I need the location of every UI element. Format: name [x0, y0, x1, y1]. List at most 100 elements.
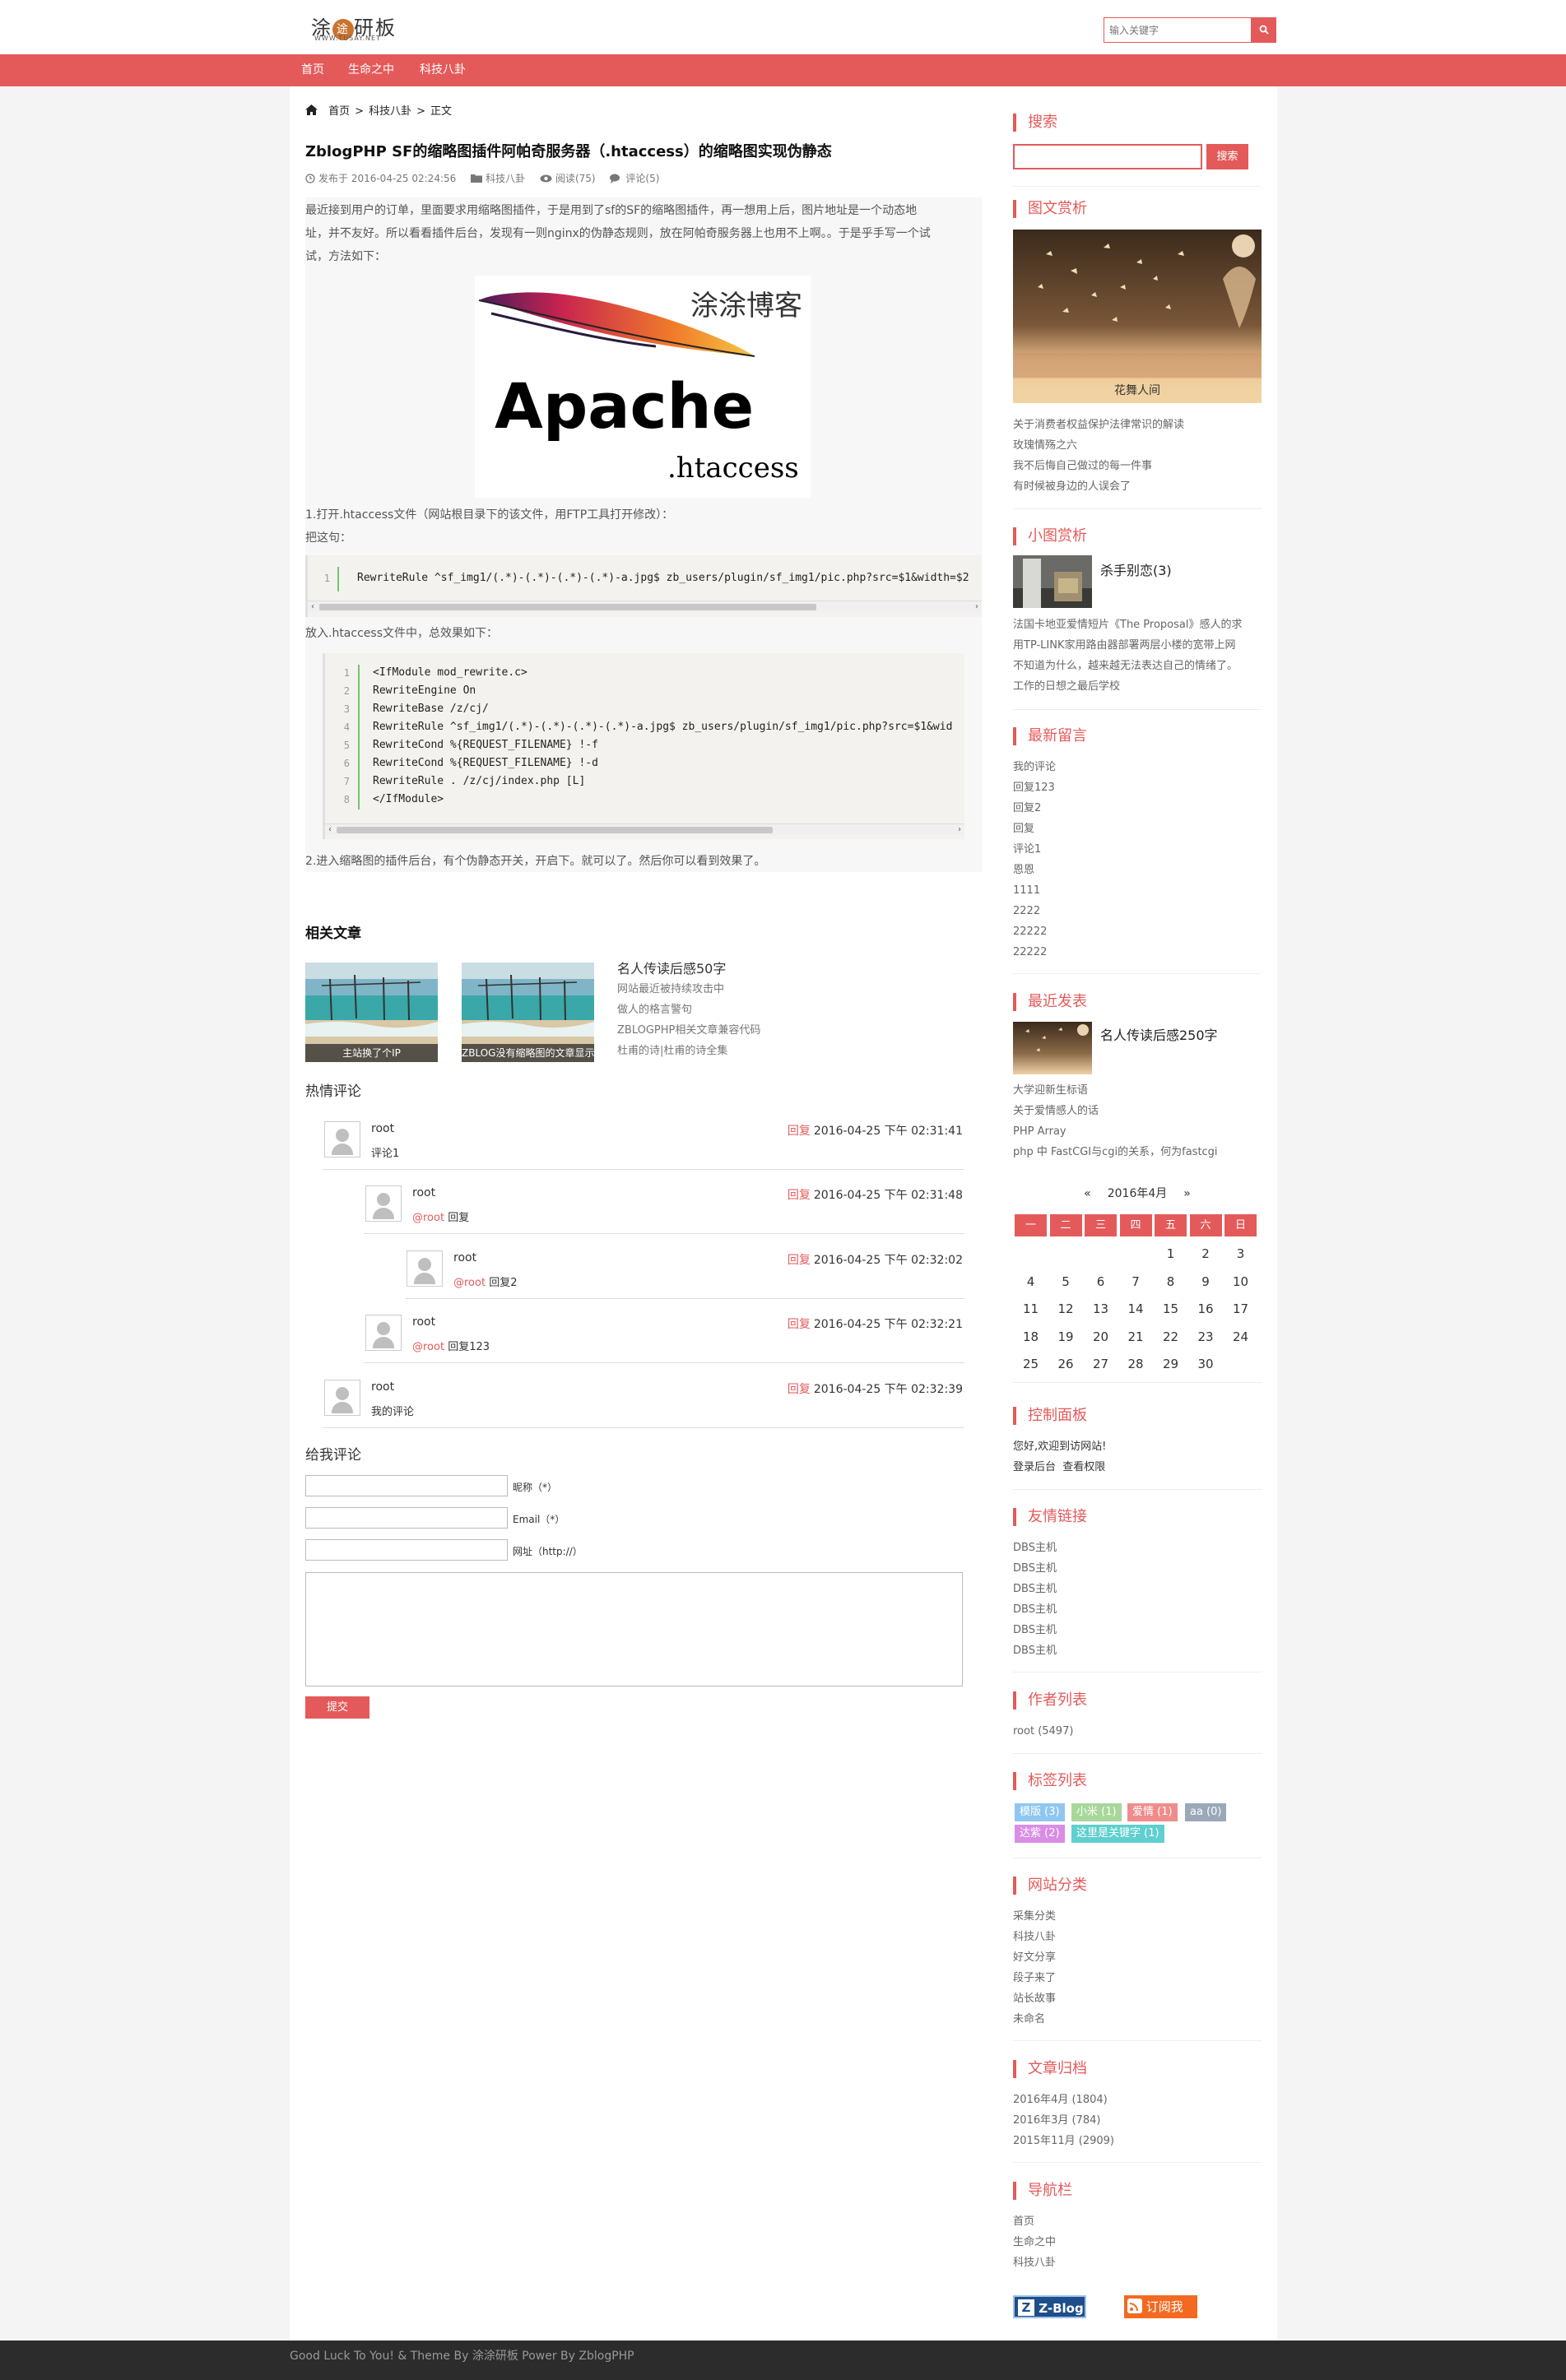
tag-item[interactable]: 模版 (3)	[1015, 1803, 1065, 1821]
comment-author[interactable]: root	[412, 1186, 435, 1199]
navbar-link[interactable]: 生命之中	[1013, 2232, 1056, 2252]
email-input[interactable]	[305, 1507, 508, 1529]
small-thumb[interactable]	[1013, 555, 1092, 608]
calendar-day[interactable]: 9	[1190, 1269, 1222, 1296]
name-input[interactable]	[305, 1475, 508, 1496]
archive-link[interactable]: 2016年3月 (784)	[1013, 2110, 1114, 2131]
tag-item[interactable]: 达紫 (2)	[1015, 1825, 1065, 1843]
archive-link[interactable]: 2015年11月 (2909)	[1013, 2131, 1114, 2151]
calendar-prev[interactable]: «	[1084, 1187, 1091, 1200]
small-post-link[interactable]: 杀手别恋(3)	[1100, 559, 1172, 579]
calendar-day[interactable]: 3	[1224, 1241, 1257, 1268]
small-link[interactable]: 法国卡地亚爱情短片《The Proposal》感人的求	[1013, 615, 1243, 635]
recent-comment-link[interactable]: 回复	[1013, 819, 1056, 839]
related-link[interactable]: 网站最近被持续攻击中	[617, 979, 760, 1000]
breadcrumb-home[interactable]: 首页	[328, 105, 350, 118]
tag-item[interactable]: aa (0)	[1185, 1803, 1227, 1821]
small-link[interactable]: 不知道为什么，越来越无法表达自己的情绪了。	[1013, 656, 1243, 676]
recent-post-item[interactable]: 关于爱情感人的话	[1013, 1101, 1218, 1121]
archive-link[interactable]: 2016年4月 (1804)	[1013, 2090, 1114, 2110]
header-search-input[interactable]	[1104, 18, 1251, 42]
calendar-day[interactable]: 6	[1085, 1269, 1117, 1296]
calendar-day[interactable]: 17	[1224, 1296, 1257, 1323]
site-logo[interactable]: 涂途研板 WWW.TUSAY.NET	[311, 12, 410, 43]
category-link[interactable]: 科技八卦	[1013, 1927, 1056, 1947]
friend-link[interactable]: DBS主机	[1013, 1599, 1057, 1620]
calendar-day[interactable]: 18	[1015, 1324, 1047, 1351]
calendar-day[interactable]: 1	[1155, 1241, 1187, 1268]
friend-link[interactable]: DBS主机	[1013, 1538, 1057, 1558]
friend-link[interactable]: DBS主机	[1013, 1579, 1057, 1599]
nav-home[interactable]: 首页	[301, 54, 324, 86]
recent-comment-link[interactable]: 评论1	[1013, 839, 1056, 860]
calendar-day[interactable]: 23	[1190, 1324, 1222, 1351]
recent-post-item[interactable]: php 中 FastCGI与cgi的关系，何为fastcgi	[1013, 1142, 1218, 1162]
code2-scrollbar[interactable]: ‹ ›	[325, 823, 964, 835]
calendar-day[interactable]: 13	[1085, 1296, 1117, 1323]
calendar-day[interactable]: 28	[1120, 1351, 1152, 1378]
rss-badge[interactable]: 订阅我	[1124, 2295, 1197, 2318]
view-permission-link[interactable]: 查看权限	[1062, 1461, 1105, 1473]
calendar-day[interactable]: 20	[1085, 1324, 1117, 1351]
calendar-day[interactable]: 10	[1224, 1269, 1257, 1296]
calendar-day[interactable]: 15	[1155, 1296, 1187, 1323]
calendar-day[interactable]: 21	[1120, 1324, 1152, 1351]
calendar-day[interactable]: 14	[1120, 1296, 1152, 1323]
friend-link[interactable]: DBS主机	[1013, 1558, 1057, 1579]
breadcrumb-category[interactable]: 科技八卦	[369, 105, 411, 118]
friend-link[interactable]: DBS主机	[1013, 1640, 1057, 1661]
zblog-badge[interactable]: Z Z-Blog	[1013, 2295, 1086, 2318]
navbar-link[interactable]: 科技八卦	[1013, 2252, 1056, 2273]
calendar-next[interactable]: »	[1183, 1187, 1191, 1200]
related-link[interactable]: ZBLOGPHP相关文章兼容代码	[617, 1020, 760, 1041]
calendar-day[interactable]: 29	[1155, 1351, 1187, 1378]
calendar-day[interactable]: 2	[1190, 1241, 1222, 1268]
navbar-link[interactable]: 首页	[1013, 2211, 1056, 2232]
calendar-day[interactable]: 24	[1224, 1324, 1257, 1351]
calendar-day[interactable]: 12	[1050, 1296, 1082, 1323]
meta-comments-link[interactable]: 评论(5)	[625, 173, 659, 184]
calendar-day[interactable]: 19	[1050, 1324, 1082, 1351]
recent-post-thumb[interactable]	[1013, 1022, 1092, 1074]
recent-post-item[interactable]: PHP Array	[1013, 1121, 1218, 1142]
calendar-day[interactable]: 4	[1015, 1269, 1047, 1296]
sidebar-search-input[interactable]	[1013, 144, 1202, 169]
recent-comment-link[interactable]: 22222	[1013, 921, 1056, 942]
nav-tech[interactable]: 科技八卦	[420, 54, 466, 86]
tag-item[interactable]: 这里是关键字 (1)	[1071, 1825, 1164, 1843]
sidebar-search-button[interactable]: 搜索	[1206, 144, 1248, 169]
url-input[interactable]	[305, 1539, 508, 1561]
calendar-day[interactable]: 5	[1050, 1269, 1082, 1296]
calendar-day[interactable]: 26	[1050, 1351, 1082, 1378]
gallery-link[interactable]: 关于消费者权益保护法律常识的解读	[1013, 415, 1184, 435]
author-link[interactable]: root (5497)	[1013, 1721, 1073, 1742]
calendar-day[interactable]: 27	[1085, 1351, 1117, 1378]
calendar-day[interactable]: 25	[1015, 1351, 1047, 1378]
calendar-day[interactable]: 16	[1190, 1296, 1222, 1323]
nav-life[interactable]: 生命之中	[348, 54, 394, 86]
calendar-day[interactable]: 7	[1120, 1269, 1152, 1296]
gallery-link[interactable]: 玫瑰情殇之六	[1013, 435, 1184, 456]
reply-link[interactable]: 回复	[788, 1254, 811, 1267]
recent-post-link[interactable]: 名人传读后感250字	[1100, 1024, 1218, 1044]
recent-comment-link[interactable]: 我的评论	[1013, 757, 1056, 777]
recent-post-item[interactable]: 大学迎新生标语	[1013, 1080, 1218, 1101]
gallery-link[interactable]: 我不后悔自己做过的每一件事	[1013, 456, 1184, 476]
submit-button[interactable]: 提交	[305, 1696, 369, 1719]
small-link[interactable]: 用TP-LINK家用路由器部署两层小楼的宽带上网	[1013, 635, 1243, 656]
friend-link[interactable]: DBS主机	[1013, 1620, 1057, 1640]
related-link[interactable]: 名人传读后感50字	[617, 958, 760, 979]
reply-link[interactable]: 回复	[788, 1383, 811, 1396]
header-search-button[interactable]	[1251, 17, 1276, 43]
related-link[interactable]: 杜甫的诗|杜甫的诗全集	[617, 1041, 760, 1061]
related-link[interactable]: 做人的格言警句	[617, 1000, 760, 1020]
comment-author[interactable]: root	[412, 1315, 435, 1329]
recent-comment-link[interactable]: 恩恩	[1013, 860, 1056, 880]
reply-link[interactable]: 回复	[788, 1318, 811, 1331]
gallery-link[interactable]: 有时候被身边的人误会了	[1013, 476, 1184, 497]
recent-comment-link[interactable]: 回复123	[1013, 777, 1056, 798]
comment-author[interactable]: root	[453, 1251, 476, 1264]
tag-item[interactable]: 爱情 (1)	[1127, 1803, 1178, 1821]
comment-textarea[interactable]	[305, 1572, 963, 1686]
reply-link[interactable]: 回复	[788, 1189, 811, 1202]
